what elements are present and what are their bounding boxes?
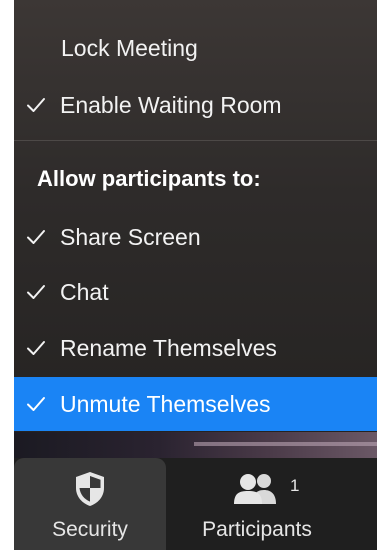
shield-icon (73, 470, 107, 508)
menu-item-rename-themselves[interactable]: Rename Themselves (14, 323, 377, 373)
allow-participants-header: Allow participants to: (37, 166, 261, 191)
menu-item-label: Share Screen (60, 223, 201, 250)
menu-item-unmute-themselves[interactable]: Unmute Themselves (14, 377, 377, 431)
menu-item-lock-meeting[interactable]: Lock Meeting (14, 23, 377, 73)
zoom-window: Lock Meeting Enable Waiting Room Allow p… (0, 0, 377, 550)
people-icon: 1 (230, 470, 299, 508)
checkmark-icon (25, 226, 47, 248)
security-button[interactable]: Security (14, 458, 166, 550)
checkmark-icon (25, 281, 47, 303)
menu-item-share-screen[interactable]: Share Screen (14, 212, 377, 262)
checkmark-icon (25, 393, 47, 415)
video-background (14, 432, 377, 458)
menu-item-label: Lock Meeting (61, 34, 198, 61)
menu-item-label: Enable Waiting Room (60, 91, 282, 118)
menu-item-chat[interactable]: Chat (14, 267, 377, 317)
menu-divider (14, 140, 377, 141)
meeting-toolbar: Security 1 Participants (14, 458, 377, 550)
participant-count-badge: 1 (290, 476, 300, 495)
menu-item-enable-waiting-room[interactable]: Enable Waiting Room (14, 80, 377, 130)
menu-item-label: Chat (60, 278, 109, 305)
checkmark-icon (25, 337, 47, 359)
security-label: Security (52, 518, 128, 541)
participants-button[interactable]: 1 Participants (182, 458, 332, 550)
checkmark-icon (25, 94, 47, 116)
participants-label: Participants (202, 518, 312, 541)
security-menu: Lock Meeting Enable Waiting Room Allow p… (14, 0, 377, 432)
menu-item-label: Unmute Themselves (60, 390, 271, 417)
menu-item-label: Rename Themselves (60, 334, 277, 361)
